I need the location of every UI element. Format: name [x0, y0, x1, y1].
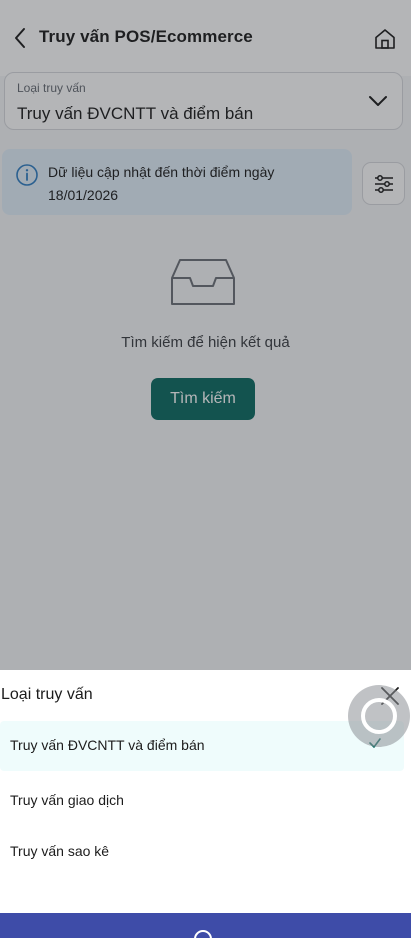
sheet-option-statement[interactable]: Truy vấn sao kê — [0, 827, 404, 877]
sheet-title: Loại truy vấn — [1, 686, 93, 703]
sheet-option-label: Truy vấn sao kê — [10, 843, 110, 859]
search-icon — [194, 930, 212, 938]
sheet-option-merchant[interactable]: Truy vấn ĐVCNTT và điểm bán — [0, 721, 404, 771]
bottom-action-bar[interactable] — [0, 913, 411, 938]
sheet-option-transaction[interactable]: Truy vấn giao dịch — [0, 776, 404, 826]
touch-indicator — [348, 685, 410, 747]
sheet-option-label: Truy vấn giao dịch — [10, 792, 124, 808]
sheet-option-label: Truy vấn ĐVCNTT và điểm bán — [10, 737, 205, 753]
